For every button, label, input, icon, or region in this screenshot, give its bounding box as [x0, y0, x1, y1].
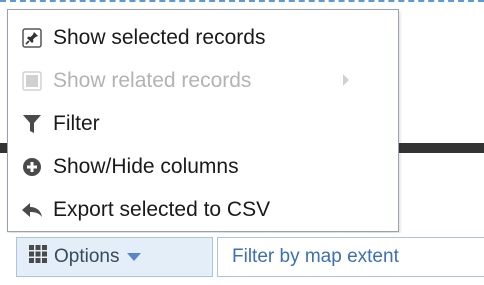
menu-item-export-csv[interactable]: Export selected to CSV: [8, 188, 398, 231]
menu-item-show-related-records[interactable]: Show related records: [8, 59, 398, 102]
menu-item-show-selected-records[interactable]: Show selected records: [8, 16, 398, 59]
filter-by-map-extent-button[interactable]: Filter by map extent: [217, 237, 484, 277]
menu-item-label: Show selected records: [53, 26, 266, 49]
options-label: Options: [54, 246, 120, 267]
plus-circle-icon: [21, 156, 43, 178]
menu-item-label: Filter: [53, 112, 100, 135]
menu-item-label: Export selected to CSV: [53, 198, 271, 221]
menu-item-filter[interactable]: Filter: [8, 102, 398, 145]
chevron-down-icon: [127, 253, 142, 261]
pin-icon: [21, 27, 43, 49]
filter-by-map-extent-label: Filter by map extent: [232, 246, 399, 267]
filter-funnel-icon: [21, 113, 43, 135]
grid-icon: [28, 244, 48, 270]
menu-item-label: Show/Hide columns: [53, 155, 239, 178]
export-arrow-icon: [21, 199, 43, 221]
menu-item-label: Show related records: [53, 69, 252, 92]
menu-item-show-hide-columns[interactable]: Show/Hide columns: [8, 145, 398, 188]
options-button[interactable]: Options: [16, 237, 213, 277]
submenu-arrow-icon: [343, 74, 349, 86]
grid-toolbar: Options Filter by map extent: [0, 233, 484, 285]
related-records-icon: [21, 70, 43, 92]
options-menu: Show selected records Show related recor…: [7, 9, 399, 232]
background-divider: [390, 143, 484, 153]
